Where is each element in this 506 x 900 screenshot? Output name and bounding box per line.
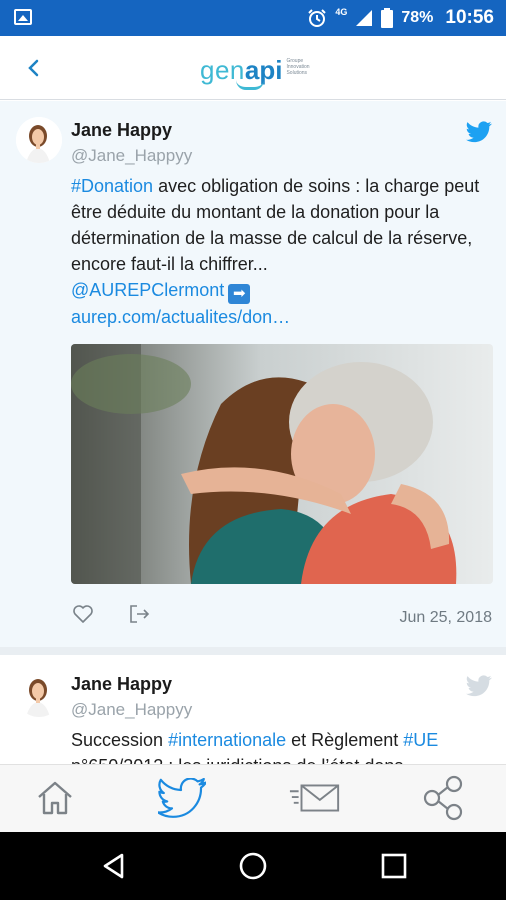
tweet-body: et Règlement	[286, 730, 404, 750]
author-name[interactable]: Jane Happy	[71, 120, 172, 141]
tweet-card[interactable]: Jane Happy @Jane_Happyy Succession #inte…	[0, 655, 506, 764]
tab-home[interactable]	[28, 773, 82, 823]
author-handle[interactable]: @Jane_Happyy	[71, 700, 192, 720]
avatar[interactable]	[16, 117, 62, 163]
back-triangle-icon[interactable]	[98, 850, 130, 882]
share-out-icon[interactable]	[128, 603, 150, 625]
avatar[interactable]	[16, 671, 62, 717]
hashtag-link[interactable]: #Donation	[71, 176, 153, 196]
twitter-icon	[466, 675, 492, 697]
logo-smile-mark	[236, 80, 264, 90]
logo-tagline: Groupe Innovation Solutions	[286, 58, 310, 76]
share-icon	[423, 775, 463, 821]
tweet-body: n°650/2012 : les juridictions de l’état …	[71, 756, 403, 764]
bottom-tab-bar	[0, 764, 506, 832]
status-bar: 4G 78% 10:56	[0, 0, 506, 36]
mail-icon	[289, 784, 340, 812]
home-circle-icon[interactable]	[237, 850, 269, 882]
app-bar: gen api Groupe Innovation Solutions	[0, 36, 506, 100]
twitter-icon	[158, 778, 206, 818]
home-icon	[38, 781, 72, 815]
hashtag-link[interactable]: #internationale	[168, 730, 286, 750]
url-link[interactable]: aurep.com/actualites/don…	[71, 307, 290, 327]
tweet-date: Jun 25, 2018	[399, 609, 492, 626]
tab-share[interactable]	[416, 773, 470, 823]
image-notification-icon	[14, 9, 32, 25]
genapi-logo: gen api Groupe Innovation Solutions	[200, 52, 320, 90]
like-heart-icon[interactable]	[72, 604, 94, 624]
twitter-icon	[466, 121, 492, 143]
battery-percent: 78%	[401, 9, 434, 26]
tweet-text: Succession #internationale et Règlement …	[71, 727, 491, 764]
signal-icon	[356, 10, 373, 26]
tweet-photo[interactable]	[71, 344, 493, 584]
mention-link[interactable]: @AUREPClermont	[71, 280, 224, 300]
tweet-card[interactable]: Jane Happy @Jane_Happyy #Donation avec o…	[0, 101, 506, 647]
alarm-icon	[308, 9, 327, 27]
battery-icon	[381, 8, 394, 28]
tab-messages[interactable]	[288, 773, 342, 823]
tab-twitter[interactable]	[155, 773, 209, 823]
author-name[interactable]: Jane Happy	[71, 674, 172, 695]
tweet-feed[interactable]: Jane Happy @Jane_Happyy #Donation avec o…	[0, 101, 506, 764]
author-handle[interactable]: @Jane_Happyy	[71, 146, 192, 166]
network-type: 4G	[335, 7, 348, 17]
recents-square-icon[interactable]	[378, 850, 410, 882]
tweet-text: #Donation avec obligation de soins : la …	[71, 173, 491, 330]
system-navigation-bar	[0, 832, 506, 900]
clock: 10:56	[445, 7, 494, 28]
arrow-right-icon: ➡	[228, 284, 251, 304]
back-chevron-icon[interactable]	[20, 54, 48, 82]
tweet-body: Succession	[71, 730, 169, 750]
hashtag-link[interactable]: #UE	[403, 730, 438, 750]
